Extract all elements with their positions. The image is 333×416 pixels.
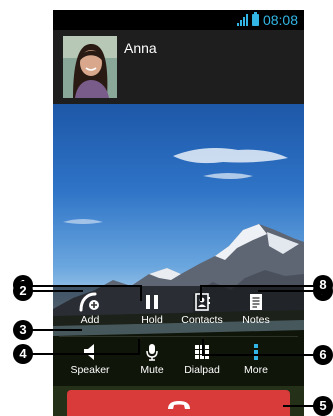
callout-8: 8 [313,275,333,295]
end-call-button[interactable] [67,390,290,416]
status-time: 08:08 [262,12,298,28]
in-call-controls: Add Hold Contacts Notes Speaker Mute Dia… [53,286,304,386]
caller-name: Anna [124,40,157,56]
callout-line-5 [283,405,315,407]
callout-line-4-rise [138,339,140,355]
callout-line-8-drop [200,285,202,301]
callout-line-1-drop [140,285,142,301]
notes-button[interactable]: Notes [225,286,287,336]
speaker-button[interactable]: Speaker [59,336,121,386]
callout-line-2 [31,290,83,292]
add-call-icon [59,292,121,312]
more-label: More [244,364,268,376]
caller-info: Anna [53,30,304,104]
more-icon [225,342,287,362]
notes-label: Notes [242,314,270,326]
end-call-icon [67,398,290,412]
callout-3: 3 [13,320,33,340]
caller-avatar [63,36,117,98]
callout-6: 6 [313,345,333,365]
callout-4: 4 [13,344,33,364]
callout-line-7 [258,290,315,292]
callout-line-4 [31,353,139,355]
notes-icon [225,292,287,312]
callout-line-6-rise [202,339,204,356]
callout-line-8 [200,285,315,287]
speaker-icon [59,342,121,362]
callout-5: 5 [313,396,333,416]
signal-icon [236,14,248,26]
status-icons: 08:08 [236,12,298,28]
callout-line-6 [203,354,315,356]
more-button[interactable]: More [225,336,287,386]
contacts-icon [171,292,233,312]
battery-icon [251,12,259,26]
contacts-button[interactable]: Contacts [171,286,233,336]
callout-line-1 [31,285,141,287]
callout-line-3 [31,329,82,331]
callout-2: 2 [13,281,33,301]
status-bar: 08:08 [53,10,304,30]
